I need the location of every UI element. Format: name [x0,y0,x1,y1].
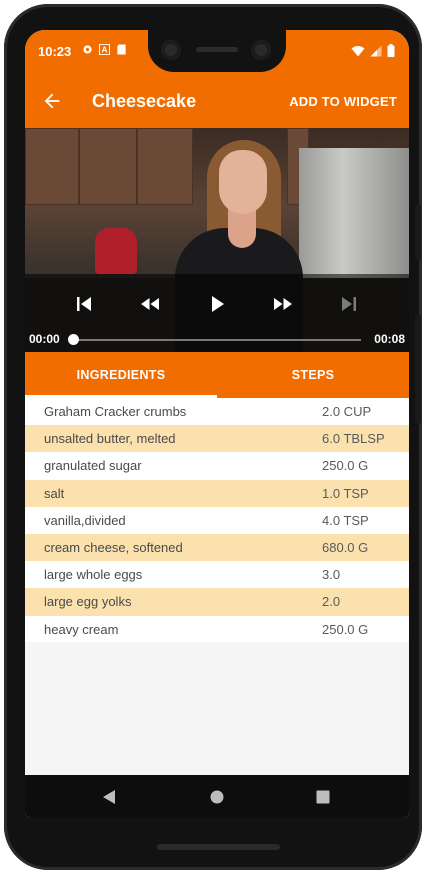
ingredient-quantity: 3.0 [322,567,341,583]
ingredient-quantity: 680.0 G [322,540,369,556]
settings-icon [83,45,92,54]
system-nav-bar [25,775,409,818]
front-camera-right [251,40,271,60]
ingredient-name: unsalted butter, melted [44,431,176,447]
power-button [415,204,421,260]
signal-icon [370,45,382,56]
camera-notch [148,30,286,72]
list-item: Graham Cracker crumbs 2.0 CUP [25,398,409,425]
app-bar: Cheesecake ADD TO WIDGET [25,74,409,128]
ingredient-quantity: 6.0 TBLSP [322,431,385,447]
earpiece [196,47,238,52]
add-to-widget-button[interactable]: ADD TO WIDGET [289,94,397,109]
seek-thumb[interactable] [68,334,79,345]
list-item: vanilla,divided 4.0 TSP [25,507,409,534]
ingredient-name: large whole eggs [44,567,143,583]
volume-button [415,314,421,424]
ingredient-quantity: 2.0 CUP [322,404,372,420]
skip-previous-icon[interactable] [72,292,96,316]
list-item: granulated sugar 250.0 G [25,452,409,479]
presenter-face [219,150,267,214]
page-title: Cheesecake [92,91,197,111]
ingredient-name: cream cheese, softened [44,540,183,556]
text-a-icon: A [99,44,110,55]
kitchen-cabinet [137,128,193,205]
fast-forward-icon[interactable] [271,292,295,316]
rewind-icon[interactable] [138,292,162,316]
ingredient-name: Graham Cracker crumbs [44,404,187,420]
ingredient-name: salt [44,485,65,501]
list-item: salt 1.0 TSP [25,479,409,507]
presenter-neck [228,208,256,248]
play-icon[interactable] [205,292,229,316]
home-circle-icon[interactable] [210,790,224,804]
status-bar: 10:23 A [25,30,409,74]
status-time: 10:23 [38,44,72,59]
battery-icon [387,44,395,57]
kitchen-cabinet [25,128,79,205]
svg-text:A: A [102,46,108,55]
video-player[interactable]: 00:00 00:08 [25,128,409,352]
front-camera-left [161,40,181,60]
playback-duration: 00:08 [374,332,405,346]
sd-card-icon [117,44,126,55]
bottom-speaker [157,844,280,850]
list-item: cream cheese, softened 680.0 G [25,533,409,562]
tab-steps[interactable]: STEPS [217,352,409,398]
ingredient-name: large egg yolks [44,594,132,610]
ingredient-quantity: 1.0 TSP [322,485,369,501]
ingredient-name: granulated sugar [44,458,142,474]
arrow-back-icon[interactable] [41,90,63,112]
seek-bar[interactable] [73,339,361,341]
playback-position: 00:00 [29,332,60,346]
kitchen-cabinet [79,128,137,205]
skip-next-icon[interactable] [337,292,361,316]
list-item: unsalted butter, melted 6.0 TBLSP [25,425,409,453]
tab-ingredients[interactable]: INGREDIENTS [25,352,217,398]
list-item: large whole eggs 3.0 [25,561,409,588]
stand-mixer [95,228,137,274]
list-item: heavy cream 250.0 G [25,616,409,643]
tab-bar: INGREDIENTS STEPS [25,352,409,398]
ingredient-quantity: 250.0 G [322,621,369,637]
wifi-icon [351,45,365,56]
ingredient-name: vanilla,divided [44,512,126,528]
ingredient-name: heavy cream [44,621,119,637]
ingredient-quantity: 4.0 TSP [322,512,369,528]
ingredient-quantity: 2.0 [322,594,341,610]
screen: 10:23 A Cheesecake ADD TO WIDGET 00:00 0… [25,30,409,818]
ingredient-quantity: 250.0 G [322,458,369,474]
recents-square-icon[interactable] [316,790,330,804]
ingredient-list: Graham Cracker crumbs 2.0 CUP unsalted b… [25,398,409,643]
empty-area [25,642,409,775]
phone-frame: 10:23 A Cheesecake ADD TO WIDGET 00:00 0… [4,4,422,870]
back-triangle-icon[interactable] [102,789,116,805]
list-item: large egg yolks 2.0 [25,588,409,616]
